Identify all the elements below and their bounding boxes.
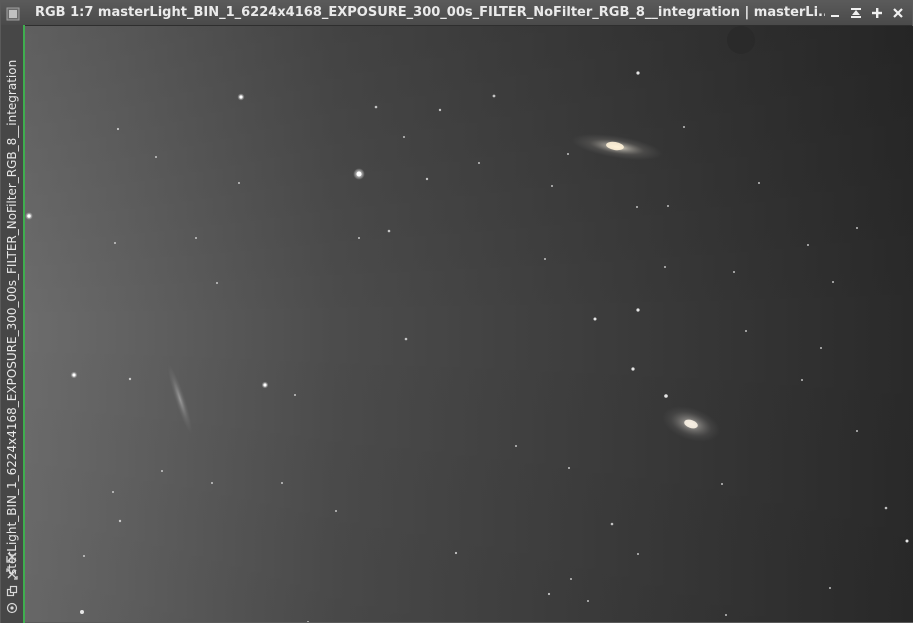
star [403,136,405,138]
star [454,551,458,555]
star [683,126,685,128]
image-viewport[interactable] [25,26,913,622]
star [544,258,546,260]
star [155,156,157,158]
star [492,94,496,98]
star [820,347,822,349]
star [83,555,85,557]
minimize-icon [829,4,841,23]
star [587,600,589,602]
star-core [27,214,31,218]
star [807,244,809,246]
star [664,266,666,268]
star [856,430,858,432]
star [294,394,296,396]
star-core [239,95,243,99]
star [745,330,747,332]
close-button[interactable] [889,5,906,21]
star [335,510,337,512]
star [664,394,668,398]
star [216,282,218,284]
star [478,162,480,164]
title-buttons [826,5,906,21]
star [758,182,760,184]
astro-image [25,26,913,622]
image-identifier-tab[interactable]: sterLight_BIN_1_6224x4168_EXPOSURE_300_0… [1,45,23,575]
star [238,182,240,184]
star-core [263,383,267,387]
zoom-fit-icon[interactable] [4,550,20,564]
star [438,108,442,112]
star [593,317,597,321]
star [567,153,569,155]
star [905,539,909,543]
star [636,206,638,208]
star [387,229,391,233]
clone-icon[interactable] [4,584,20,598]
star [631,367,635,371]
star [195,237,197,239]
shade-icon [850,4,862,23]
star [829,587,831,589]
star [721,483,723,485]
star [358,237,360,239]
star [856,227,858,229]
star [637,553,639,555]
star [636,71,640,75]
star [161,470,163,472]
star [114,242,116,244]
star [733,271,735,273]
window-title: RGB 1:7 masterLight_BIN_1_6224x4168_EXPO… [35,5,825,20]
star [568,467,570,469]
star [116,127,120,131]
star [425,177,429,181]
star [547,592,551,596]
star [128,377,132,381]
star [404,337,408,341]
star [374,105,378,109]
star [636,308,640,312]
image-sidebar: sterLight_BIN_1_6224x4168_EXPOSURE_300_0… [1,25,25,623]
star [515,445,517,447]
star-core [72,373,76,377]
star [112,491,114,493]
star [884,506,888,510]
close-icon [892,4,904,23]
star [211,482,213,484]
star [80,610,84,614]
minimize-button[interactable] [826,5,843,21]
star [570,578,572,580]
target-icon[interactable] [4,601,20,615]
star [610,522,614,526]
shade-button[interactable] [847,5,864,21]
title-bar[interactable]: RGB 1:7 masterLight_BIN_1_6224x4168_EXPO… [1,1,912,26]
image-window: RGB 1:7 masterLight_BIN_1_6224x4168_EXPO… [0,0,913,623]
star [667,205,669,207]
star [832,281,834,283]
star [725,614,727,616]
star [118,519,122,523]
resize-icon[interactable] [4,567,20,581]
star [281,482,283,484]
star-core [356,171,362,177]
star [801,379,803,381]
plus-icon [871,4,883,23]
maximize-button[interactable] [868,5,885,21]
star [551,185,553,187]
image-window-icon [6,6,20,21]
image-identifier-label: sterLight_BIN_1_6224x4168_EXPOSURE_300_0… [5,59,19,575]
